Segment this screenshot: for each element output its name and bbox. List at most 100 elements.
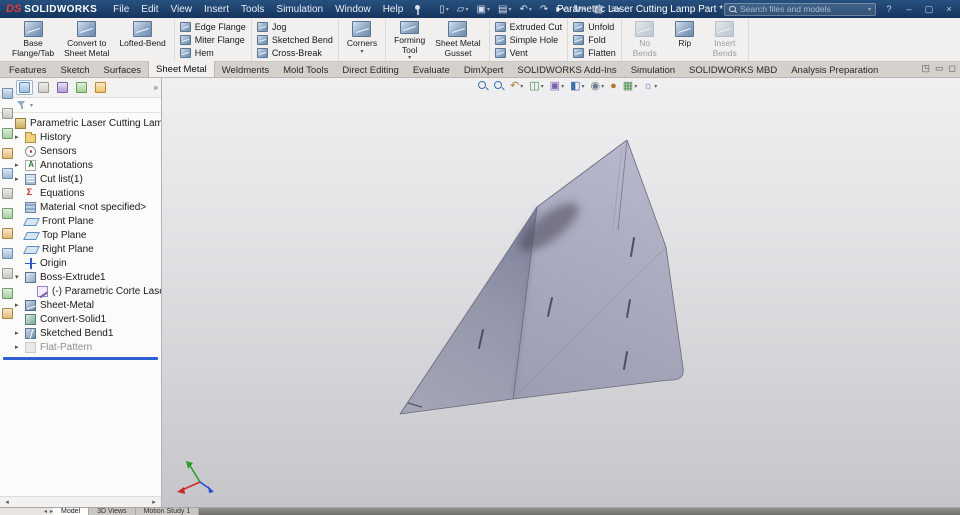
tab-solidworks-mbd[interactable]: SOLIDWORKS MBD — [682, 62, 784, 78]
redo-button[interactable]: ↷ — [537, 3, 551, 16]
tree-item-sheet-metal[interactable]: ▸ Sheet-Metal — [0, 298, 161, 312]
bottom-tab-motion-study-1[interactable]: Motion Study 1 — [135, 508, 200, 515]
expand-icon[interactable]: ▸ — [15, 301, 25, 309]
ribbon-fold-button[interactable]: Fold — [571, 34, 618, 47]
ribbon-unfold-button[interactable]: Unfold — [571, 21, 618, 34]
ribbon-base-flange-tab-button[interactable]: Base Flange/Tab — [7, 19, 59, 61]
side-tool-icon[interactable] — [2, 208, 13, 219]
expand-icon[interactable]: ▸ — [15, 329, 25, 337]
panel-overflow-icon[interactable]: » — [154, 83, 158, 92]
ribbon-miter-flange-button[interactable]: Miter Flange — [178, 34, 248, 47]
view-orientation-button[interactable]: ▣ ▾ — [548, 79, 566, 93]
ribbon-vent-button[interactable]: Vent — [493, 47, 565, 60]
featuremanager-tab-tab[interactable] — [16, 80, 33, 95]
menu-item-insert[interactable]: Insert — [198, 2, 235, 17]
zoom-area-button[interactable] — [492, 80, 506, 92]
tree-item-history[interactable]: ▸ History — [0, 130, 161, 144]
bottom-tab-3d-views[interactable]: 3D Views — [89, 508, 136, 515]
orientation-triad[interactable] — [177, 461, 214, 494]
ribbon-rip-button[interactable]: Rip — [665, 19, 705, 61]
tab-sheet-metal[interactable]: Sheet Metal — [148, 61, 215, 78]
section-view-button[interactable]: ◫ ▾ — [527, 79, 545, 93]
tree-item-boss-extrude1[interactable]: ▾ Boss-Extrude1 — [0, 270, 161, 284]
ribbon-forming-tool-button[interactable]: Forming Tool ▾ — [389, 19, 430, 61]
filter-caret-icon[interactable]: ▾ — [30, 102, 33, 109]
zoom-fit-button[interactable] — [476, 80, 490, 92]
pane-minimize-icon[interactable]: ▭ — [935, 63, 944, 74]
ribbon-edge-flange-button[interactable]: Edge Flange — [178, 21, 248, 34]
tree-item-top-plane[interactable]: Top Plane — [0, 228, 161, 242]
ribbon-sketched-bend-button[interactable]: Sketched Bend — [255, 34, 335, 47]
tree-item-parametric-laser-cutting-lamp-part-d[interactable]: Parametric Laser Cutting Lamp Part (D — [0, 116, 161, 130]
configurationmanager-tab-tab[interactable] — [54, 80, 71, 95]
collapse-icon[interactable]: ▾ — [15, 273, 25, 281]
tree-item-convert-solid1[interactable]: Convert-Solid1 — [0, 312, 161, 326]
pane-expand-icon[interactable]: ◻ — [949, 63, 956, 74]
side-tool-icon[interactable] — [2, 288, 13, 299]
menu-item-tools[interactable]: Tools — [235, 2, 270, 17]
expand-icon[interactable]: ▸ — [15, 161, 25, 169]
expand-icon[interactable]: ▸ — [15, 175, 25, 183]
tab-scroll-left-icon[interactable]: ◂ — [44, 508, 47, 515]
side-tool-icon[interactable] — [2, 248, 13, 259]
display-style-button[interactable]: ◧ ▾ — [568, 79, 586, 93]
tree-item-front-plane[interactable]: Front Plane — [0, 214, 161, 228]
side-tool-icon[interactable] — [2, 268, 13, 279]
hide-show-items-button[interactable]: ◉ ▾ — [589, 79, 607, 93]
side-tool-icon[interactable] — [2, 88, 13, 99]
sheet-metal-part[interactable] — [399, 139, 684, 415]
scroll-left-icon[interactable]: ◂ — [2, 498, 12, 506]
displaymanager-tab-tab[interactable] — [92, 80, 109, 95]
side-tool-icon[interactable] — [2, 308, 13, 319]
tree-item-sensors[interactable]: Sensors — [0, 144, 161, 158]
side-tool-icon[interactable] — [2, 168, 13, 179]
print-button[interactable]: ▤ ▾ — [495, 3, 514, 16]
side-tool-icon[interactable] — [2, 108, 13, 119]
filter-icon[interactable] — [17, 100, 27, 110]
expand-icon[interactable]: ▸ — [15, 343, 25, 351]
close-button[interactable]: × — [942, 2, 956, 16]
search-input[interactable] — [740, 4, 864, 14]
previous-view-button[interactable]: ↶ ▾ — [508, 79, 525, 93]
menu-item-edit[interactable]: Edit — [135, 2, 164, 17]
ribbon-flatten-button[interactable]: Flatten — [571, 47, 618, 60]
ribbon-sheet-metal-gusset-button[interactable]: Sheet Metal Gusset — [430, 19, 485, 61]
tree-item-flat-pattern[interactable]: ▸ Flat-Pattern — [0, 340, 161, 354]
search-caret-icon[interactable]: ▾ — [868, 6, 871, 13]
save-button[interactable]: ▣ ▾ — [474, 3, 493, 16]
help-button[interactable]: ? — [882, 2, 896, 16]
bottom-tab-model[interactable]: Model — [53, 508, 90, 515]
view-settings-button[interactable]: ☼ ▾ — [641, 79, 659, 93]
tree-item-right-plane[interactable]: Right Plane — [0, 242, 161, 256]
new-document-button[interactable]: ▯ ▾ — [436, 3, 452, 16]
open-button[interactable]: ▱ ▾ — [454, 3, 472, 16]
undo-button[interactable]: ↶ ▾ — [516, 3, 534, 16]
tree-item-parametric-corte-laser[interactable]: (-) Parametric Corte Laser — [0, 284, 161, 298]
propertymanager-tab-tab[interactable] — [35, 80, 52, 95]
expand-icon[interactable]: ▸ — [15, 133, 25, 141]
ribbon-corners-button[interactable]: Corners ▾ — [342, 19, 382, 61]
menu-item-window[interactable]: Window — [329, 2, 377, 17]
menu-item-help[interactable]: Help — [377, 2, 410, 17]
tree-item-cut-list-1[interactable]: ▸ Cut list(1) — [0, 172, 161, 186]
ribbon-extruded-cut-button[interactable]: Extruded Cut — [493, 21, 565, 34]
tab-simulation[interactable]: Simulation — [624, 62, 682, 78]
edit-appearance-button[interactable]: ● — [608, 79, 619, 93]
tree-item-material-not-specified[interactable]: Material <not specified> — [0, 200, 161, 214]
tab-direct-editing[interactable]: Direct Editing — [335, 62, 406, 78]
side-tool-icon[interactable] — [2, 128, 13, 139]
tab-weldments[interactable]: Weldments — [215, 62, 276, 78]
side-tool-icon[interactable] — [2, 148, 13, 159]
tree-item-equations[interactable]: Equations — [0, 186, 161, 200]
ribbon-convert-to-sheet-metal-button[interactable]: Convert to Sheet Metal — [59, 19, 114, 61]
menu-item-file[interactable]: File — [107, 2, 135, 17]
tree-item-sketched-bend1[interactable]: ▸ Sketched Bend1 — [0, 326, 161, 340]
menu-item-view[interactable]: View — [165, 2, 199, 17]
ribbon-cross-break-button[interactable]: Cross-Break — [255, 47, 335, 60]
scroll-right-icon[interactable]: ▸ — [149, 498, 159, 506]
side-tool-icon[interactable] — [2, 228, 13, 239]
maximize-button[interactable]: ▢ — [922, 2, 936, 16]
tree-item-annotations[interactable]: ▸ Annotations — [0, 158, 161, 172]
ribbon-lofted-bend-button[interactable]: Lofted-Bend — [114, 19, 170, 61]
part-face-right[interactable] — [512, 139, 684, 400]
